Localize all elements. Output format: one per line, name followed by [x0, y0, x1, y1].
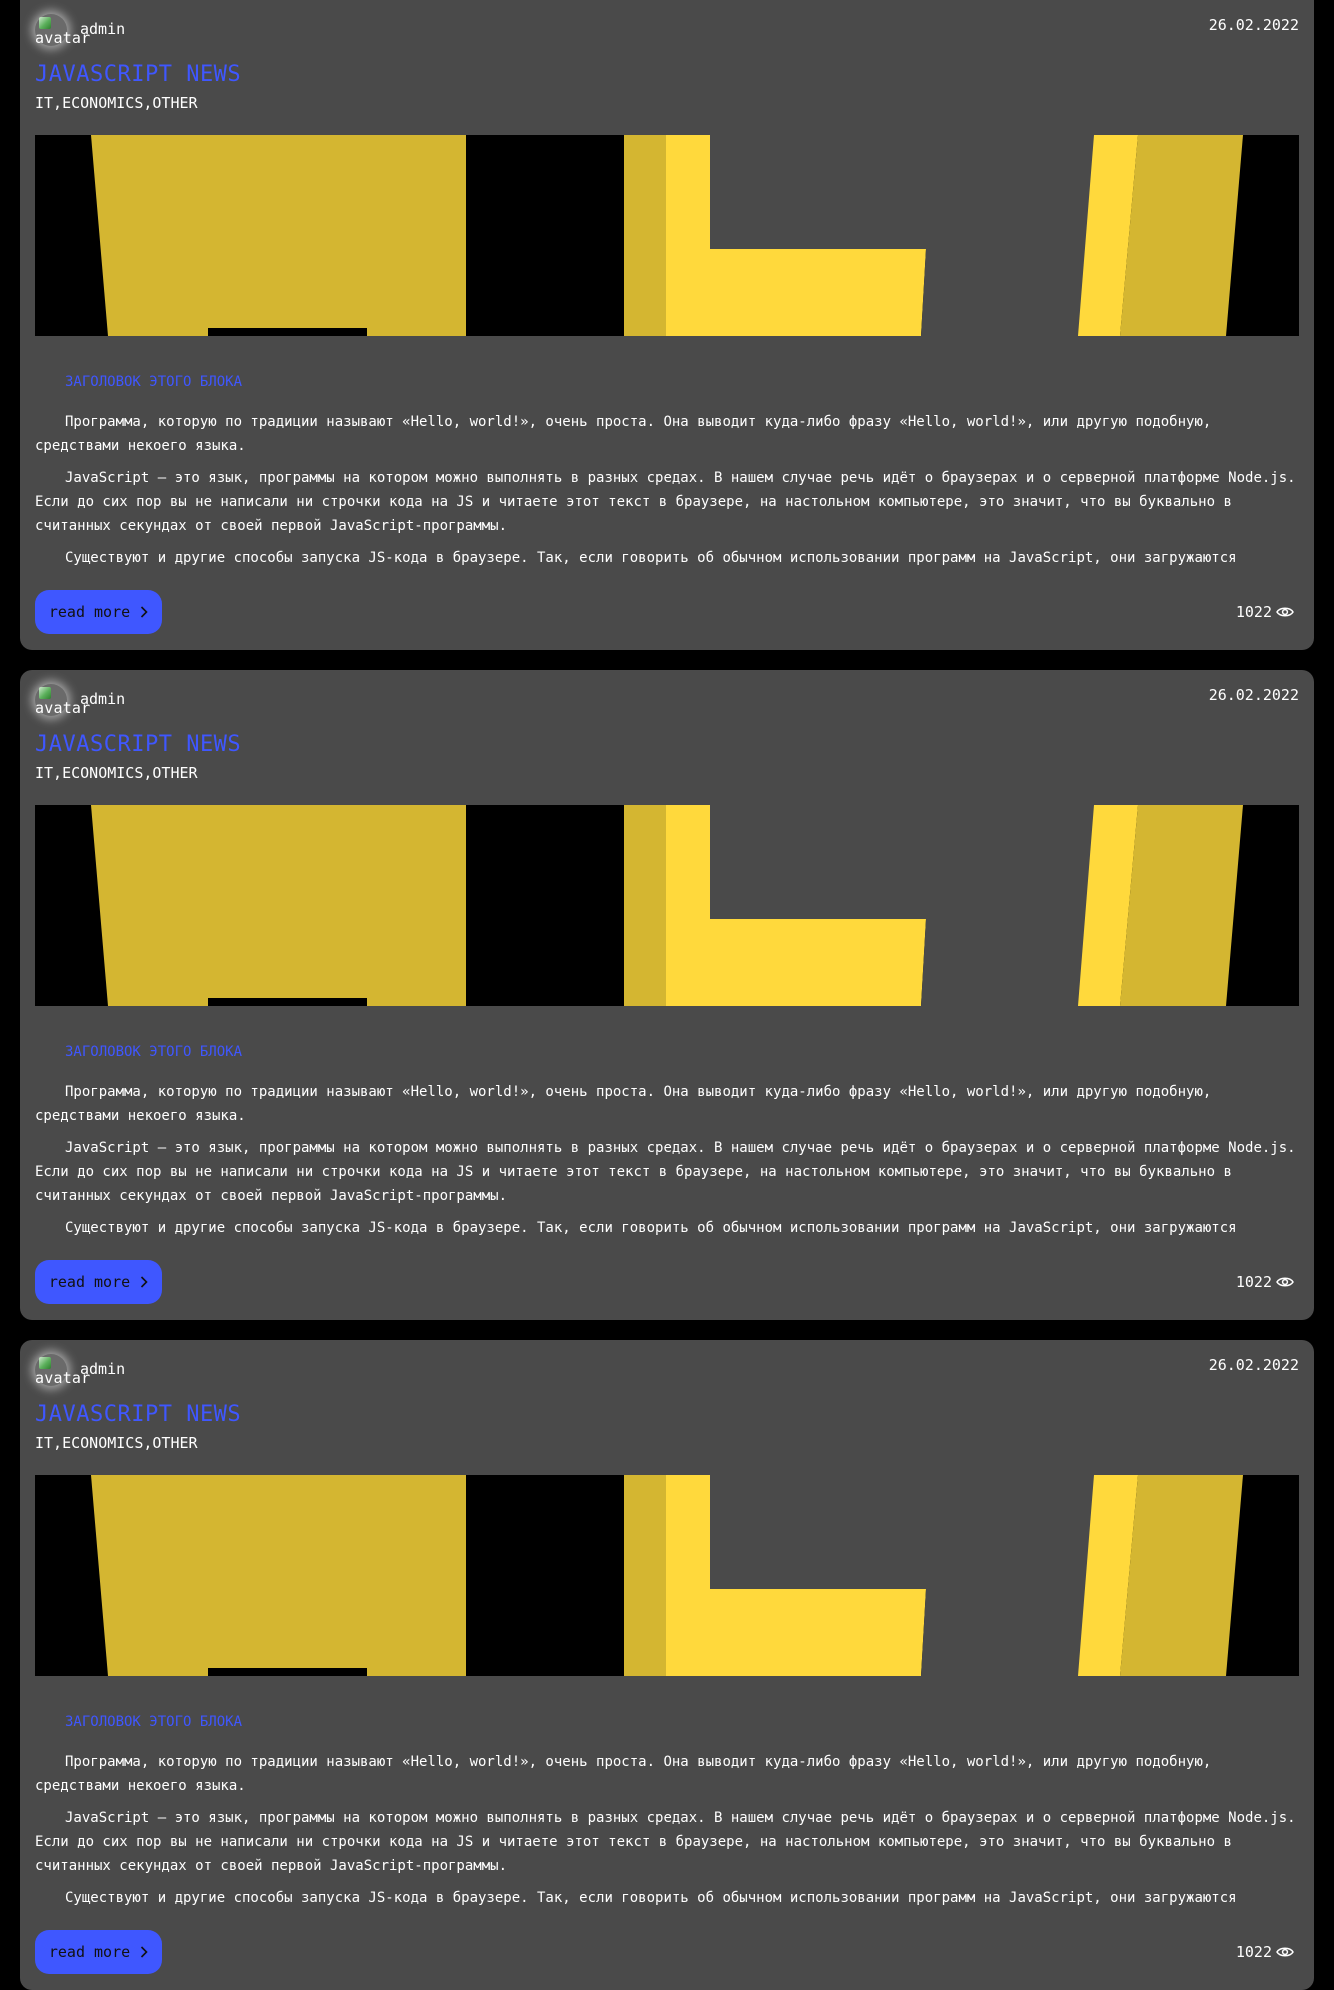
post-header: avatar admin 26.02.2022	[35, 1354, 1299, 1390]
post-header: avatar admin 26.02.2022	[35, 684, 1299, 720]
post-image	[35, 135, 1299, 336]
post-header: avatar admin 26.02.2022	[35, 14, 1299, 50]
js-logo-banner	[35, 135, 1299, 336]
author-name[interactable]: admin	[80, 1360, 125, 1378]
view-counter: 1022	[1236, 603, 1294, 621]
block-heading: ЗАГОЛОВОК ЭТОГО БЛОКА	[65, 1044, 243, 1060]
read-more-label: read more	[48, 1273, 131, 1291]
post-paragraph: Существуют и другие способы запуска JS-к…	[65, 550, 1237, 566]
read-more-button[interactable]: read more	[35, 1260, 162, 1304]
post-title[interactable]: JAVASCRIPT NEWS	[35, 1402, 241, 1427]
post-card: avatar admin 26.02.2022 JAVASCRIPT NEWS …	[20, 1340, 1314, 1990]
post-title[interactable]: JAVASCRIPT NEWS	[35, 62, 241, 87]
view-count: 1022	[1235, 1273, 1272, 1291]
avatar: avatar	[35, 684, 90, 716]
post-text: Программа, которую по традиции называют …	[35, 1080, 1299, 1240]
eye-icon	[1276, 607, 1294, 617]
read-more-label: read more	[48, 603, 131, 621]
broken-image-icon	[39, 17, 51, 29]
block-heading: ЗАГОЛОВОК ЭТОГО БЛОКА	[65, 374, 243, 390]
chevron-right-icon	[141, 1276, 148, 1288]
post-image	[35, 805, 1299, 1006]
post-paragraph: Программа, которую по традиции называют …	[35, 1084, 1212, 1124]
author-name[interactable]: admin	[80, 690, 125, 708]
js-logo-banner	[35, 805, 1299, 1006]
eye-icon	[1276, 1947, 1294, 1957]
post-card: avatar admin 26.02.2022 JAVASCRIPT NEWS …	[20, 0, 1314, 650]
author-name[interactable]: admin	[80, 20, 125, 38]
post-paragraph: Программа, которую по традиции называют …	[35, 414, 1212, 454]
post-paragraph: Существуют и другие способы запуска JS-к…	[65, 1220, 1237, 1236]
post-tags: IT,ECONOMICS,OTHER	[35, 94, 198, 112]
post-image	[35, 1475, 1299, 1676]
chevron-right-icon	[141, 1946, 148, 1958]
read-more-button[interactable]: read more	[35, 590, 162, 634]
avatar: avatar	[35, 14, 90, 46]
read-more-button[interactable]: read more	[35, 1930, 162, 1974]
chevron-right-icon	[141, 606, 148, 618]
view-counter: 1022	[1236, 1943, 1294, 1961]
post-paragraph: Программа, которую по традиции называют …	[35, 1754, 1212, 1794]
post-paragraph: JavaScript — это язык, программы на кото…	[35, 470, 1296, 534]
js-logo-banner	[35, 1475, 1299, 1676]
view-count: 1022	[1235, 603, 1272, 621]
post-paragraph: JavaScript — это язык, программы на кото…	[35, 1140, 1296, 1204]
post-title[interactable]: JAVASCRIPT NEWS	[35, 732, 241, 757]
post-date: 26.02.2022	[1208, 1356, 1299, 1374]
post-paragraph: JavaScript — это язык, программы на кото…	[35, 1810, 1296, 1874]
post-card: avatar admin 26.02.2022 JAVASCRIPT NEWS …	[20, 670, 1314, 1320]
post-feed: avatar admin 26.02.2022 JAVASCRIPT NEWS …	[0, 0, 1334, 1990]
post-paragraph: Существуют и другие способы запуска JS-к…	[65, 1890, 1237, 1906]
post-date: 26.02.2022	[1208, 686, 1299, 704]
post-tags: IT,ECONOMICS,OTHER	[35, 1434, 198, 1452]
block-heading: ЗАГОЛОВОК ЭТОГО БЛОКА	[65, 1714, 243, 1730]
post-date: 26.02.2022	[1208, 16, 1299, 34]
avatar: avatar	[35, 1354, 90, 1386]
post-text: Программа, которую по традиции называют …	[35, 410, 1299, 570]
post-text: Программа, которую по традиции называют …	[35, 1750, 1299, 1910]
post-tags: IT,ECONOMICS,OTHER	[35, 764, 198, 782]
view-counter: 1022	[1236, 1273, 1294, 1291]
eye-icon	[1276, 1277, 1294, 1287]
broken-image-icon	[39, 687, 51, 699]
view-count: 1022	[1235, 1943, 1272, 1961]
broken-image-icon	[39, 1357, 51, 1369]
read-more-label: read more	[48, 1943, 131, 1961]
